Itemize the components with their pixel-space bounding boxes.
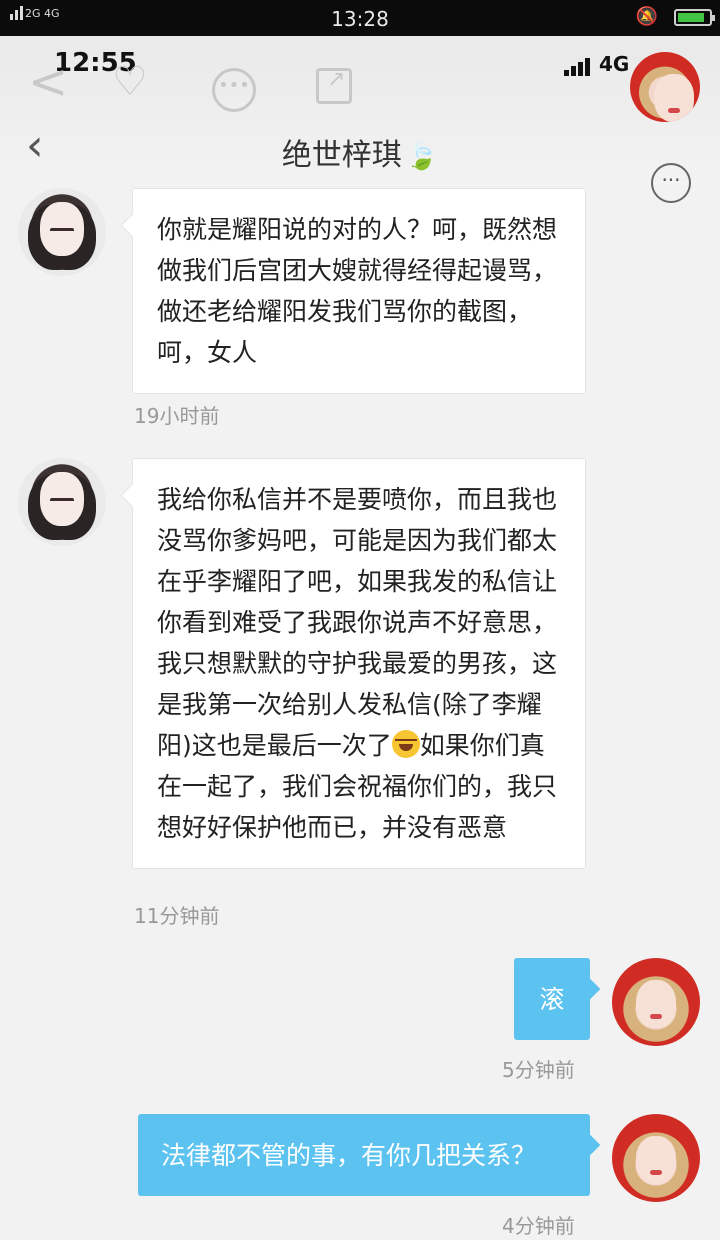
mute-bell-icon: 🔕 <box>635 6 658 27</box>
page-title: 绝世梓琪 🍃 <box>281 138 439 173</box>
status-time: 13:28 <box>331 7 389 31</box>
sender-avatar[interactable] <box>18 188 106 276</box>
my-avatar[interactable] <box>612 958 700 1046</box>
my-avatar[interactable] <box>612 1114 700 1202</box>
message-timestamp: 5分钟前 <box>502 1058 575 1082</box>
inner-status-avatar <box>630 52 700 122</box>
message-text: 法律都不管的事，有你几把关系？ <box>161 1141 537 1170</box>
leaf-icon: 🍃 <box>405 142 439 172</box>
battery-icon <box>674 9 715 26</box>
inner-signal-icon <box>564 52 592 76</box>
inner-network-indicator: 4G <box>564 52 629 76</box>
message-timestamp: 11分钟前 <box>134 904 220 928</box>
sender-avatar[interactable] <box>18 458 106 546</box>
message-timestamp: 19小时前 <box>134 404 220 428</box>
message-bubble-outgoing[interactable]: 滚 <box>514 958 590 1040</box>
message-bubble-outgoing[interactable]: 法律都不管的事，有你几把关系？ <box>138 1114 590 1196</box>
overlay-share-icon <box>316 67 352 104</box>
message-text: 我给你私信并不是要喷你，而且我也没骂你爹妈吧，可能是因为我们都太在乎李耀阳了吧，… <box>157 485 558 760</box>
overlay-heart-icon: ♡ <box>112 59 148 105</box>
overlay-back-icon: < <box>28 54 69 110</box>
overlay-more-icon: ••• <box>212 68 256 112</box>
message-bubble-incoming[interactable]: 我给你私信并不是要喷你，而且我也没骂你爹妈吧，可能是因为我们都太在乎李耀阳了吧，… <box>132 458 586 869</box>
tears-of-joy-icon <box>391 730 420 758</box>
message-text: 你就是耀阳说的对的人？呵，既然想做我们后宫团大嫂就得经得起谩骂，做还老给耀阳发我… <box>157 215 558 367</box>
message-text: 滚 <box>539 985 565 1014</box>
system-status-bar: 2G 4G 13:28 🔕 <box>0 0 720 36</box>
more-options-button[interactable]: ··· <box>651 163 691 203</box>
message-timestamp: 4分钟前 <box>502 1214 575 1238</box>
message-bubble-incoming[interactable]: 你就是耀阳说的对的人？呵，既然想做我们后宫团大嫂就得经得起谩骂，做还老给耀阳发我… <box>132 188 586 394</box>
chat-header: 12:55 < ♡ ••• 4G ‹ 绝世梓琪🍃 ··· <box>0 36 720 203</box>
